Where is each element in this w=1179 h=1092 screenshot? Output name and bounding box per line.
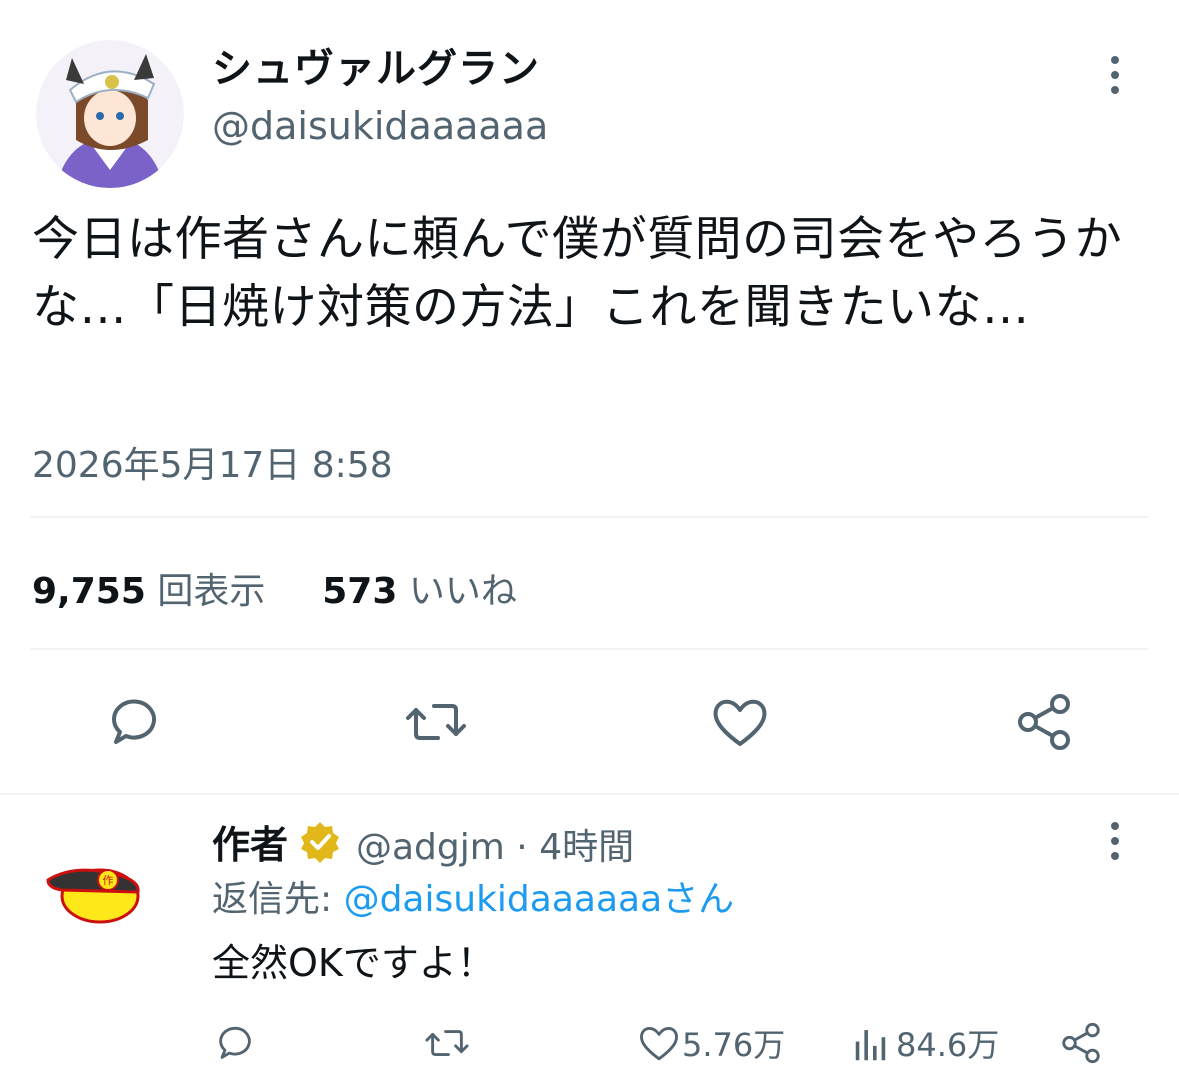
share-button[interactable] (1058, 1018, 1104, 1068)
analytics-icon (855, 1030, 886, 1061)
reply-text: 全然OKですよ！ (212, 941, 495, 985)
views-label: 回表示 (157, 571, 266, 612)
user-handle[interactable]: @daisukidaaaaaa (212, 104, 548, 148)
retweet-icon (425, 1030, 469, 1056)
tweet-text: 今日は作者さんに頼んで僕が質問の司会をやろうかな…「日焼け対策の方法」これを聞き… (32, 212, 1123, 335)
views-count: 9,755 (32, 571, 146, 612)
retweet-icon[interactable] (404, 690, 468, 754)
verified-badge-icon (298, 820, 342, 864)
heart-icon (639, 1027, 679, 1061)
separator: · (516, 827, 528, 868)
reply-to-line: 返信先: @daisukidaaaaaaさん (212, 870, 734, 922)
divider (0, 793, 1179, 795)
reply-to-link[interactable]: @daisukidaaaaaaさん (344, 879, 735, 920)
divider (30, 516, 1148, 518)
like-button[interactable]: 5.76万 (636, 1018, 785, 1068)
share-icon[interactable] (1012, 690, 1076, 754)
reply-icon (219, 1026, 251, 1059)
display-name[interactable]: シュヴァルグラン (212, 36, 540, 94)
tweet-stats: 9,755 回表示 573 いいね (32, 562, 517, 614)
divider (30, 648, 1148, 650)
reply-views-count: 84.6万 (896, 1026, 1000, 1064)
likes-label[interactable]: いいね (409, 571, 517, 612)
retweet-button[interactable] (424, 1018, 470, 1068)
reply-icon[interactable] (102, 690, 166, 754)
heart-icon[interactable] (708, 690, 772, 754)
avatar[interactable]: 作 (44, 852, 144, 926)
tweet-timestamp[interactable]: 2026年5月17日 8:58 (32, 436, 393, 488)
more-vertical-icon[interactable] (1098, 54, 1132, 96)
reply-button[interactable] (212, 1018, 258, 1068)
reply-to-prefix: 返信先: (212, 879, 344, 920)
more-vertical-icon[interactable] (1098, 820, 1132, 862)
reply-time[interactable]: 4時間 (539, 827, 634, 868)
reply-handle[interactable]: @adgjm (356, 827, 505, 868)
reply-meta: @adgjm · 4時間 (356, 818, 634, 870)
reply-likes-count: 5.76万 (682, 1026, 786, 1064)
avatar[interactable] (36, 40, 184, 188)
share-icon (1062, 1022, 1100, 1064)
avatar-char: 作 (103, 874, 114, 887)
analytics-button[interactable]: 84.6万 (850, 1018, 999, 1068)
reply-display-name[interactable]: 作者 (212, 814, 288, 869)
likes-count[interactable]: 573 (322, 571, 397, 612)
